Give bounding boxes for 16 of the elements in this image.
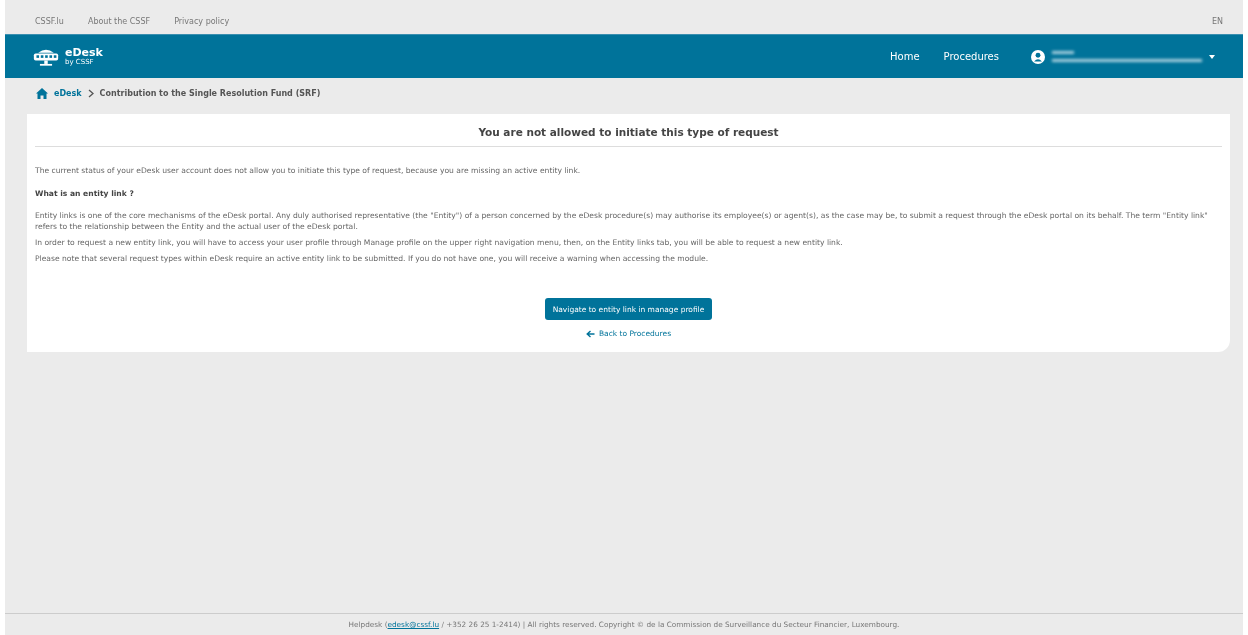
top-link[interactable]: About the CSSF [87, 16, 151, 26]
nav-link[interactable]: Procedures [943, 51, 999, 62]
user-icon [1031, 49, 1045, 64]
card-title: You are not allowed to initiate this type of request [477, 125, 780, 140]
brand-name: eDesk [65, 47, 103, 58]
arrow-left-icon [585, 329, 595, 338]
user-menu[interactable] [1031, 49, 1215, 64]
nav-link[interactable]: Home [890, 51, 920, 62]
top-link[interactable]: CSSF.lu [35, 16, 64, 26]
breadcrumb-current: Contribution to the Single Resolution Fund (SRF) [99, 88, 321, 98]
caret-icon [1209, 54, 1215, 59]
breadcrumb-link[interactable]: eDesk [54, 88, 82, 98]
home-icon [36, 87, 48, 99]
language-selector[interactable]: EN [1211, 16, 1223, 26]
chevron-right-icon [87, 88, 94, 98]
top-link[interactable]: Privacy policy [174, 16, 230, 26]
